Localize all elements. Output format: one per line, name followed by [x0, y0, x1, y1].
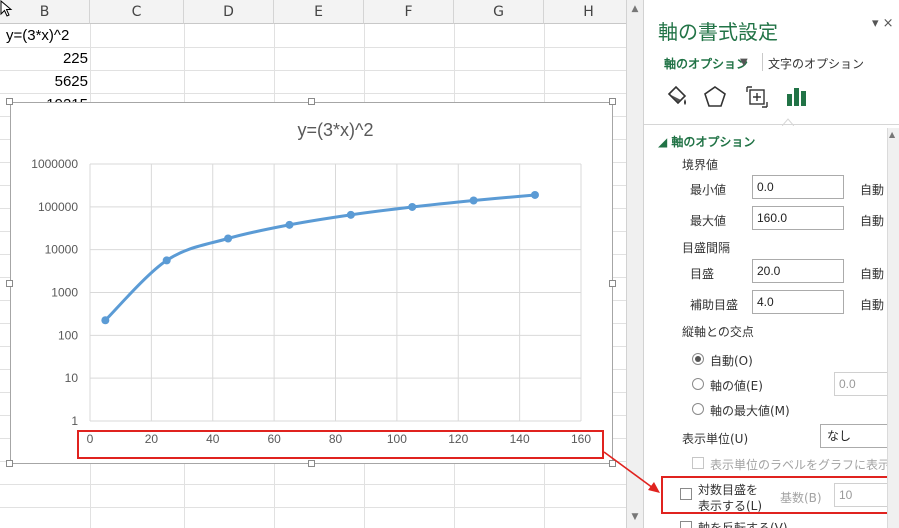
reverse-axis-label[interactable]: 軸を反転する(V) — [698, 519, 788, 528]
cross-value-input[interactable]: 0.0 — [834, 372, 888, 396]
data-point — [408, 202, 417, 211]
show-units-checkbox[interactable] — [692, 457, 704, 469]
max-auto-button[interactable]: 自動 — [860, 212, 884, 229]
log-scale-highlight-box — [661, 476, 889, 514]
data-point — [285, 220, 294, 229]
column-header-c[interactable]: C — [90, 0, 184, 24]
scroll-up-arrow-icon[interactable]: ▲ — [630, 4, 640, 14]
cell-b1[interactable]: y=(3*x)^2 — [6, 25, 69, 47]
data-point — [101, 316, 110, 325]
cross-auto-radio[interactable] — [692, 353, 704, 365]
y-tick-label: 1 — [71, 414, 78, 428]
pane-scroll-up-icon[interactable]: ▲ — [889, 130, 895, 139]
minor-auto-button[interactable]: 自動 — [860, 296, 884, 313]
column-header-f[interactable]: F — [364, 0, 454, 24]
fill-line-icon[interactable] — [664, 84, 690, 110]
tab-text-options[interactable]: 文字のオプション — [768, 55, 864, 72]
bounds-label: 境界値 — [682, 158, 719, 172]
min-auto-button[interactable]: 自動 — [860, 181, 884, 198]
resize-handle-top-right[interactable] — [609, 98, 616, 105]
column-header-h[interactable]: H — [544, 0, 626, 24]
axis-options-bar-chart-icon[interactable] — [784, 84, 810, 110]
major-auto-button[interactable]: 自動 — [860, 265, 884, 282]
max-label: 最大値 — [690, 214, 727, 228]
display-units-select[interactable]: なし — [820, 424, 890, 448]
chart-canvas: y=(3*x)^20 20 40 60 80 100 120 140 1601101001000… — [31, 120, 591, 446]
display-units-label: 表示単位(U) — [682, 432, 749, 446]
min-input[interactable]: 0.0 — [752, 175, 844, 199]
column-header-d[interactable]: D — [184, 0, 274, 24]
cross-max-radio[interactable] — [692, 403, 704, 415]
data-point — [224, 234, 233, 243]
data-point — [346, 210, 355, 219]
size-properties-icon[interactable] — [744, 84, 770, 110]
scroll-down-arrow-icon[interactable]: ▼ — [630, 512, 640, 522]
pane-scrollbar[interactable]: ▲ — [887, 128, 899, 528]
chart-title: y=(3*x)^2 — [298, 120, 374, 140]
minor-label: 補助目盛 — [690, 298, 739, 312]
tab-dropdown-icon[interactable]: ▼ — [740, 57, 748, 68]
series-line — [103, 193, 537, 322]
pane-options-chevron-icon[interactable]: ▾ × — [872, 16, 894, 31]
column-header-g[interactable]: G — [454, 0, 544, 24]
cross-value-radio[interactable] — [692, 378, 704, 390]
resize-handle-bottom[interactable] — [308, 460, 315, 467]
grid-line — [0, 507, 626, 508]
resize-handle-top[interactable] — [308, 98, 315, 105]
data-point — [162, 256, 171, 265]
section-axis-options-label: 軸のオプション — [671, 135, 756, 149]
mouse-cursor-icon — [0, 0, 13, 17]
y-tick-label: 10000 — [45, 243, 79, 257]
y-tick-label: 100000 — [38, 200, 78, 214]
y-tick-label: 10 — [65, 371, 79, 385]
resize-handle-bottom-left[interactable] — [6, 460, 13, 467]
grid-line — [0, 93, 626, 94]
y-tick-label: 1000 — [51, 286, 78, 300]
tab-axis-options[interactable]: 軸のオプション — [664, 55, 748, 72]
cross-value-label[interactable]: 軸の値(E) — [710, 377, 763, 394]
y-tick-label: 100 — [58, 328, 78, 342]
major-input[interactable]: 20.0 — [752, 259, 844, 283]
resize-handle-top-left[interactable] — [6, 98, 13, 105]
reverse-axis-checkbox[interactable] — [680, 521, 692, 528]
units-label: 目盛間隔 — [682, 241, 731, 255]
format-axis-pane: 軸の書式設定 ▾ × 軸のオプション ▼ 文字のオプション ◢ 軸のオプション … — [644, 0, 899, 528]
data-point — [530, 190, 539, 199]
grid-line — [0, 70, 626, 71]
y-tick-label: 1000000 — [31, 157, 78, 171]
divider — [644, 124, 899, 125]
pane-title: 軸の書式設定 — [658, 20, 778, 44]
x-axis-highlight-box — [77, 430, 604, 459]
cell-b3[interactable]: 5625 — [0, 71, 88, 93]
vertical-scrollbar[interactable]: ▲ ▼ — [626, 0, 644, 528]
excel-window: B C D E F G H y=(3*x)^2 225 5625 y=(3*x)… — [0, 0, 899, 528]
resize-handle-left[interactable] — [6, 280, 13, 287]
worksheet[interactable]: B C D E F G H y=(3*x)^2 225 5625 y=(3*x)… — [0, 0, 626, 528]
resize-handle-bottom-right[interactable] — [609, 460, 616, 467]
min-label: 最小値 — [690, 183, 727, 197]
effects-pentagon-icon[interactable] — [702, 84, 728, 110]
cross-label: 縦軸との交点 — [682, 325, 754, 339]
cell-b2[interactable]: 225 — [0, 48, 88, 70]
minor-input[interactable]: 4.0 — [752, 290, 844, 314]
max-input[interactable]: 160.0 — [752, 206, 844, 230]
tab-separator — [762, 53, 763, 71]
major-label: 目盛 — [690, 267, 715, 281]
grid-line — [0, 47, 626, 48]
chart-area[interactable]: y=(3*x)^2 0 20 40 60 80 100 120 140 160 1 10 100 1000… — [10, 102, 613, 464]
grid-line — [0, 484, 626, 485]
column-header-e[interactable]: E — [274, 0, 364, 24]
cross-auto-label[interactable]: 自動(O) — [710, 352, 753, 369]
show-units-label: 表示単位のラベルをグラフに表示する( — [710, 458, 899, 472]
section-axis-options[interactable]: ◢ 軸のオプション — [658, 133, 755, 150]
cross-max-label[interactable]: 軸の最大値(M) — [710, 402, 790, 419]
data-point — [469, 196, 478, 205]
resize-handle-right[interactable] — [609, 280, 616, 287]
